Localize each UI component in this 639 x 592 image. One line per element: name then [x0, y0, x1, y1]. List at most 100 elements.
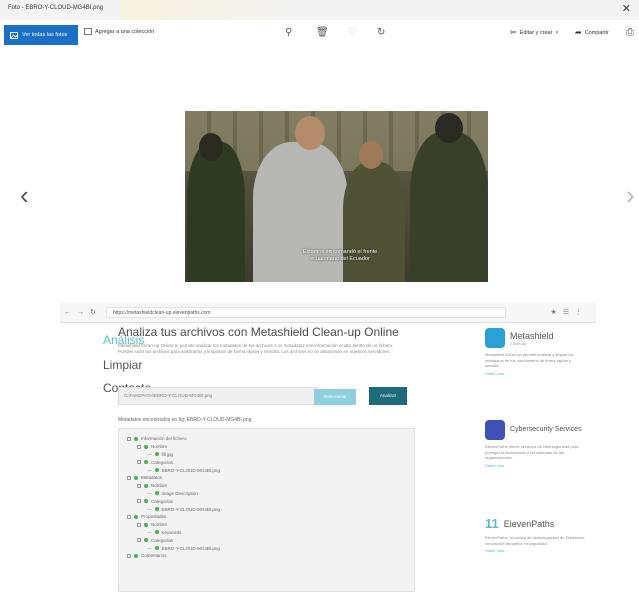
expand-toggle-icon	[127, 514, 131, 519]
zoom-icon[interactable]: ⚲	[285, 27, 292, 38]
add-to-collection-label: Agregar a una colección	[95, 28, 155, 35]
tree-node: Metadatos	[127, 474, 414, 482]
tree-node: — fill.jpg	[127, 451, 414, 459]
tree-node: — Image Description	[127, 490, 414, 498]
promo-metashield: Metashield Clean-up Metashield Clean-up …	[485, 328, 585, 376]
photos-icon	[10, 31, 18, 39]
tree-node-label: fill.jpg	[161, 451, 174, 457]
file-path-input: C:\FAKEPATH\EBRO-Y-CLOUD-MG4BI.png	[118, 387, 318, 405]
photo-toolbar: Ver todas las fotos Agregar a una colecc…	[0, 22, 639, 48]
tree-node-label: EBRO-Y-CLOUD-MG4BI.png	[161, 545, 220, 551]
status-dot-icon	[144, 522, 148, 527]
leaf-connector-icon: —	[147, 467, 152, 473]
expand-toggle-icon	[137, 499, 141, 504]
status-dot-icon	[144, 460, 148, 465]
select-file-button: Seleccionar	[314, 389, 356, 405]
leaf-connector-icon: —	[147, 545, 152, 551]
status-dot-icon	[154, 491, 159, 496]
tree-node-label: Categorías	[151, 459, 174, 465]
promo-text: ElevenPaths ofrece servicios de ciberseg…	[485, 444, 579, 460]
status-dot-icon	[134, 436, 138, 441]
tree-node-label: Nombre	[151, 483, 168, 489]
tree-node-label: Metadatos	[141, 475, 163, 481]
tree-node: — Keywords	[127, 529, 414, 537]
status-dot-icon	[154, 468, 159, 473]
browser-address-bar: https://metashieldclean-up.elevenpaths.c…	[106, 307, 506, 318]
promo-link: Saber más	[485, 370, 505, 376]
trash-icon[interactable]: 🗑	[316, 27, 329, 38]
photo-person-right	[410, 132, 488, 282]
edit-and-create-label: Editar y crear	[519, 29, 553, 36]
leaf-connector-icon: —	[147, 490, 152, 496]
promo-link: Saber más	[485, 548, 505, 553]
tree-node-label: Nombre	[151, 444, 168, 450]
tree-node: — EBRO-Y-CLOUD-MG4BI.png	[127, 466, 414, 474]
status-dot-icon	[154, 507, 159, 512]
status-dot-icon	[144, 499, 148, 504]
expand-toggle-icon	[137, 460, 141, 465]
browser-nav-icons: ←→↻	[64, 309, 102, 316]
expand-toggle-icon	[137, 483, 141, 488]
status-dot-icon	[134, 553, 138, 558]
tree-node: Comentarios	[127, 552, 414, 560]
status-dot-icon	[134, 514, 138, 519]
tree-node-label: Comentarios	[141, 553, 167, 559]
rotate-icon[interactable]: ↻	[377, 27, 385, 38]
tree-node-label: Keywords	[161, 529, 182, 535]
add-collection-icon	[84, 28, 92, 35]
promo-elevenpaths: 11 ElevenPaths ElevenPaths, la unidad de…	[485, 516, 585, 553]
previous-photo-button[interactable]: ‹	[20, 180, 29, 211]
expand-toggle-icon	[127, 475, 131, 480]
elevenpaths-logo-icon: 11	[485, 516, 499, 531]
heart-icon[interactable]: ♡	[348, 27, 357, 38]
edit-icon: ✂	[510, 28, 517, 37]
photo-caption: Estamos en comandó el frente ecuatoriano…	[265, 249, 415, 263]
tree-node-label: Categorías	[151, 537, 174, 543]
expand-toggle-icon	[137, 444, 141, 449]
view-all-photos-button[interactable]: Ver todas las fotos	[4, 25, 78, 45]
cybersecurity-logo-icon	[485, 420, 505, 440]
page-heading: Analiza tus archivos con Metashield Clea…	[118, 325, 399, 339]
status-dot-icon	[144, 538, 148, 543]
tree-node: Propiedades	[127, 513, 414, 521]
promo-title: Metashield	[510, 330, 554, 341]
status-dot-icon	[154, 546, 159, 551]
promo-text: ElevenPaths, la unidad de ciberseguridad…	[485, 535, 585, 546]
result-title: Metadatos encontrados en fig: EBRO-Y-CLO…	[118, 417, 252, 423]
intro-paragraph: Metashield Clean-up Online te permite an…	[118, 343, 394, 354]
browser-toolbar: ←→↻ https://metashieldclean-up.elevenpat…	[60, 303, 596, 323]
tree-node: — EBRO-Y-CLOUD-MG4BI.png	[127, 505, 414, 513]
tree-node: Nombre	[127, 482, 414, 490]
nav-item-limpiar: Limpiar	[103, 358, 143, 372]
promo-cybersecurity: Cybersecurity Services ElevenPaths ofrec…	[485, 420, 585, 468]
status-dot-icon	[154, 452, 159, 457]
tree-node-label: EBRO-Y-CLOUD-MG4BI.png	[161, 506, 220, 512]
tree-node-label: Propiedades	[141, 514, 167, 520]
tree-node: Información del fichero	[127, 435, 414, 443]
share-label: Compartir	[584, 29, 609, 36]
print-icon[interactable]: ⎙	[626, 27, 634, 38]
tree-node-label: Categorías	[151, 498, 174, 504]
edit-and-create-button[interactable]: ✂ Editar y crear ˅	[510, 28, 559, 37]
photo-person-woman	[343, 162, 405, 282]
share-button[interactable]: ➦ Compartir	[575, 28, 609, 37]
tree-node-label: EBRO-Y-CLOUD-MG4BI.png	[161, 467, 220, 473]
expand-toggle-icon	[127, 553, 131, 558]
tree-node: Nombre	[127, 521, 414, 529]
add-to-collection-button[interactable]: Agregar a una colección	[84, 28, 154, 35]
promo-title: Cybersecurity Services	[510, 426, 582, 433]
status-dot-icon	[144, 444, 148, 449]
window-title: Foto - EBRO-Y-CLOUD-MG4BI.png	[8, 5, 104, 11]
tree-node: Categorías	[127, 458, 414, 466]
status-dot-icon	[154, 530, 159, 535]
tree-node: — EBRO-Y-CLOUD-MG4BI.png	[127, 544, 414, 552]
photo-caption-line2: ecuatoriano del Ecuador	[310, 256, 370, 262]
photo-image: Estamos en comandó el frente ecuatoriano…	[185, 111, 488, 282]
photo-caption-line1: Estamos en comandó el frente	[302, 249, 378, 255]
chevron-down-icon: ˅	[555, 29, 559, 36]
close-window-button[interactable]: ✕	[622, 2, 631, 15]
tree-node-label: Información del fichero	[141, 436, 187, 442]
next-photo-button[interactable]: ›	[626, 180, 635, 211]
view-all-photos-label: Ver todas las fotos	[22, 32, 68, 38]
window-titlebar: Foto - EBRO-Y-CLOUD-MG4BI.png ✕	[0, 0, 639, 20]
